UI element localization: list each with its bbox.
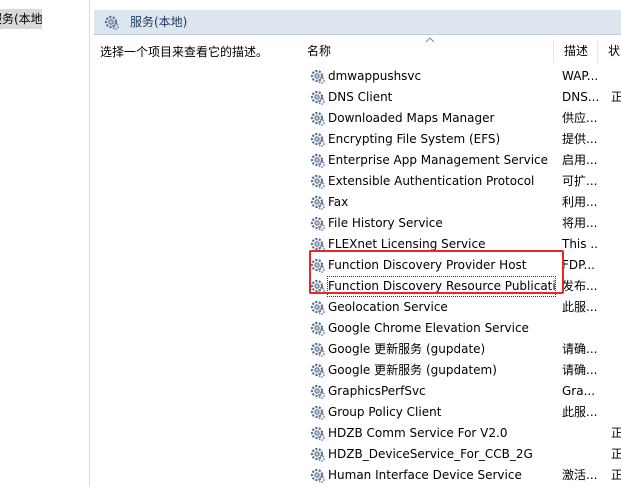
service-name: Google 更新服务 (gupdatem) [328,363,497,377]
service-name: Geolocation Service [328,300,448,314]
gear-service-icon [310,363,325,378]
service-row[interactable]: Geolocation Service 此服... [297,297,621,318]
service-status: 正 [611,447,621,461]
service-description: 可扩... [562,174,598,188]
service-row[interactable]: Group Policy Client 此服... [297,402,621,423]
service-description: FDP... [562,258,595,272]
column-header-status[interactable]: 状 [598,39,621,63]
gear-service-icon [310,153,325,168]
service-row[interactable]: File History Service 将用... [297,213,621,234]
service-name: Human Interface Device Service [328,468,522,482]
gear-service-icon [310,69,325,84]
service-description: 将用... [562,216,598,230]
service-row[interactable]: Google 更新服务 (gupdatem) 请确... [297,360,621,381]
column-header-name[interactable]: 名称 [297,39,554,63]
panel-header: 服务(本地) [94,10,621,35]
service-description: 此服... [562,405,598,419]
service-row[interactable]: Google 更新服务 (gupdate) 请确... [297,339,621,360]
service-description: 激活... [562,468,598,482]
service-name: File History Service [328,216,443,230]
service-row[interactable]: HDZB_DeviceService_For_CCB_2G 正 [297,444,621,465]
service-row[interactable]: Encrypting File System (EFS) 提供... [297,129,621,150]
panel-title: 服务(本地) [130,15,188,29]
service-name: Downloaded Maps Manager [328,111,495,125]
service-description: 利用... [562,195,598,209]
service-name: Google Chrome Elevation Service [328,321,529,335]
service-name: DNS Client [328,90,393,104]
service-name: Enterprise App Management Service [328,153,549,167]
service-description: 启用... [562,153,598,167]
service-status: 正 [611,468,621,482]
gear-service-icon [104,15,119,30]
gear-service-icon [310,300,325,315]
gear-service-icon [310,447,325,462]
service-name: Extensible Authentication Protocol [328,174,535,188]
gear-service-icon [310,342,325,357]
service-description: DNS... [562,90,598,104]
service-name: Google 更新服务 (gupdate) [328,342,486,356]
gear-service-icon [310,384,325,399]
service-name: GraphicsPerfSvc [328,384,426,398]
highlight-annotation-box [309,250,564,294]
services-panel: 服务(本地) 选择一个项目来查看它的描述。 名称 描述 状 dmwappushs… [94,10,621,487]
service-description: Gra... [562,384,596,398]
gear-service-icon [310,90,325,105]
service-description: WAP... [562,69,598,83]
gear-service-icon [310,132,325,147]
tree-item-services-local[interactable]: 服务(本地) [0,9,42,29]
service-description: 供应... [562,111,598,125]
description-hint: 选择一个项目来查看它的描述。 [100,45,269,59]
service-description: 发布... [562,279,598,293]
service-row[interactable]: Extensible Authentication Protocol 可扩... [297,171,621,192]
service-row[interactable]: Google Chrome Elevation Service [297,318,621,339]
service-row[interactable]: Enterprise App Management Service 启用... [297,150,621,171]
service-row[interactable]: Fax 利用... [297,192,621,213]
service-status: 正 [611,90,621,104]
gear-service-icon [310,405,325,420]
gear-service-icon [310,174,325,189]
service-description: 此服... [562,300,598,314]
gear-service-icon [310,321,325,336]
service-name: dmwappushsvc [328,69,422,83]
service-description: 提供... [562,132,598,146]
service-row[interactable]: dmwappushsvc WAP... [297,66,621,87]
service-name: Group Policy Client [328,405,442,419]
column-header-description[interactable]: 描述 [554,39,598,63]
navigation-tree: 服务(本地) [0,0,90,487]
service-description: 请确... [562,363,598,377]
gear-service-icon [310,468,325,483]
service-row[interactable]: GraphicsPerfSvc Gra... [297,381,621,402]
service-row[interactable]: Downloaded Maps Manager 供应... [297,108,621,129]
gear-service-icon [310,111,325,126]
service-name: Fax [328,195,349,209]
service-description: 请确... [562,342,598,356]
gear-service-icon [310,426,325,441]
service-row[interactable]: DNS Client DNS... 正 [297,87,621,108]
service-row[interactable]: HDZB Comm Service For V2.0 正 [297,423,621,444]
service-row[interactable]: Human Interface Device Service 激活... 正 [297,465,621,486]
service-name: HDZB_DeviceService_For_CCB_2G [328,447,533,461]
service-description: This ... [562,237,598,251]
gear-service-icon [310,216,325,231]
service-name: Encrypting File System (EFS) [328,132,501,146]
service-status: 正 [611,426,621,440]
gear-service-icon [310,195,325,210]
service-name: HDZB Comm Service For V2.0 [328,426,508,440]
